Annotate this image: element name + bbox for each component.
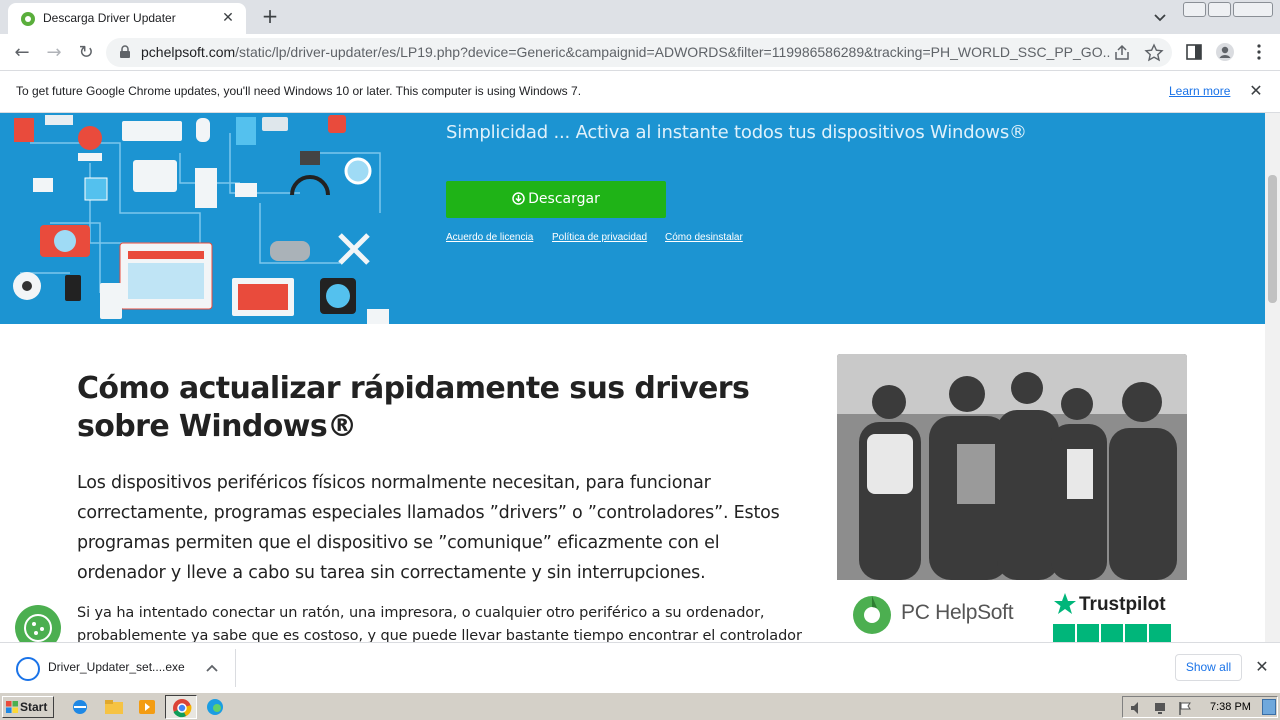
bookmark-star-icon[interactable] — [1144, 43, 1164, 63]
trustpilot-text: Trustpilot — [1079, 594, 1166, 615]
internet-explorer-icon[interactable] — [68, 697, 92, 717]
chrome-icon — [173, 699, 192, 718]
forward-arrow-icon[interactable]: → — [41, 40, 67, 66]
network-icon[interactable] — [1153, 700, 1169, 716]
file-explorer-icon[interactable] — [102, 697, 126, 717]
side-panel-icon[interactable] — [1184, 42, 1204, 62]
tab-active[interactable]: Descarga Driver Updater ✕ — [8, 3, 246, 34]
cookie-settings-button[interactable] — [15, 605, 61, 642]
taskbar-clock: 7:38 PM — [1210, 701, 1251, 713]
browser-toolbar: ← → ↻ pchelpsoft.com/static/lp/driver-up… — [0, 34, 1280, 71]
page-scrollbar[interactable] — [1265, 113, 1280, 642]
tab-search-chevron-icon[interactable] — [1150, 7, 1170, 27]
brand-logos: PC HelpSoft Trustpilot — [837, 580, 1187, 642]
pchelpsoft-favicon-icon — [21, 12, 35, 26]
minimize-button[interactable] — [1183, 2, 1206, 17]
download-shelf-close-icon[interactable]: ✕ — [1252, 657, 1272, 677]
system-tray — [1122, 696, 1278, 718]
share-icon[interactable] — [1112, 43, 1132, 63]
show-desktop-button[interactable] — [1262, 699, 1276, 715]
close-window-button[interactable] — [1233, 2, 1273, 17]
download-button-label: Descargar — [528, 191, 600, 207]
download-circle-icon — [512, 192, 525, 205]
team-photo-illustration — [837, 354, 1187, 580]
pchelpsoft-brand-text: PC HelpSoft — [901, 601, 1014, 624]
volume-icon[interactable] — [1129, 700, 1145, 716]
devices-illustration — [13, 115, 389, 324]
new-tab-button[interactable]: + — [258, 5, 282, 29]
reload-icon[interactable]: ↻ — [73, 40, 99, 66]
uninstall-link[interactable]: Cómo desinstalar — [665, 232, 743, 243]
start-label: Start — [20, 700, 48, 714]
lock-icon — [120, 45, 130, 58]
url-path: /static/lp/driver-updater/es/LP19.php?de… — [235, 44, 1111, 60]
back-arrow-icon[interactable]: ← — [9, 40, 35, 66]
chrome-taskbar-button[interactable] — [165, 695, 197, 719]
show-all-button[interactable]: Show all — [1175, 654, 1242, 681]
edge-icon[interactable] — [203, 697, 227, 717]
action-center-flag-icon[interactable] — [1177, 700, 1193, 716]
page-viewport: Simplicidad ... Activa al instante todos… — [0, 113, 1265, 642]
download-shelf: Driver_Updater_set....exe Show all ✕ — [0, 642, 1280, 692]
scrollbar-thumb[interactable] — [1268, 175, 1277, 303]
start-button[interactable]: Start — [2, 696, 54, 718]
download-file-name: Driver_Updater_set....exe — [48, 660, 185, 674]
chevron-up-icon[interactable] — [202, 658, 222, 678]
article-section: Cómo actualizar rápidamente sus drivers … — [0, 324, 1265, 642]
hero-banner: Simplicidad ... Activa al instante todos… — [0, 113, 1265, 324]
article-paragraph-2: Si ya ha intentado conectar un ratón, un… — [77, 605, 802, 642]
windows-flag-icon — [6, 701, 18, 713]
pchelpsoft-logo-icon — [853, 596, 891, 634]
download-button[interactable]: Descargar — [446, 181, 666, 218]
chrome-menu-icon[interactable] — [1249, 42, 1269, 62]
team-photo — [837, 354, 1187, 580]
article-heading: Cómo actualizar rápidamente sus drivers … — [77, 371, 750, 444]
trustpilot-rating-stars — [1053, 624, 1171, 642]
infobar-message: To get future Google Chrome updates, you… — [16, 84, 582, 98]
windows-taskbar: Start 7:38 PM — [0, 692, 1280, 720]
hero-tagline: Simplicidad ... Activa al instante todos… — [446, 122, 1027, 143]
cookie-icon — [24, 614, 52, 642]
update-infobar: To get future Google Chrome updates, you… — [0, 71, 1280, 113]
article-paragraph-1: Los dispositivos periféricos físicos nor… — [77, 473, 780, 583]
tab-strip: Descarga Driver Updater ✕ + — [0, 0, 1280, 34]
download-item[interactable]: Driver_Updater_set....exe — [10, 649, 236, 687]
profile-avatar-icon[interactable] — [1215, 42, 1235, 62]
tab-close-icon[interactable]: ✕ — [218, 8, 238, 28]
tab-title: Descarga Driver Updater — [43, 11, 176, 25]
learn-more-link[interactable]: Learn more — [1169, 84, 1230, 98]
privacy-link[interactable]: Política de privacidad — [552, 232, 647, 243]
download-file-icon — [16, 657, 40, 681]
infobar-close-icon[interactable]: ✕ — [1246, 81, 1266, 101]
media-player-icon[interactable] — [135, 697, 159, 717]
license-link[interactable]: Acuerdo de licencia — [446, 232, 533, 243]
url-host: pchelpsoft.com — [141, 44, 236, 60]
address-bar[interactable]: pchelpsoft.com/static/lp/driver-updater/… — [106, 38, 1172, 67]
trustpilot-star-icon — [1054, 593, 1076, 614]
url-text: pchelpsoft.com/static/lp/driver-updater/… — [141, 44, 1111, 60]
restore-button[interactable] — [1208, 2, 1231, 17]
